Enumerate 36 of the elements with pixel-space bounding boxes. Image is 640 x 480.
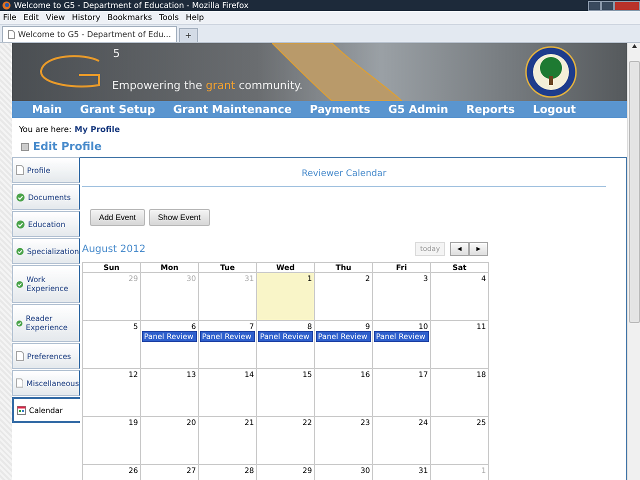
menu-item[interactable]: View bbox=[46, 13, 65, 22]
month-title: August 2012 bbox=[82, 244, 146, 254]
calendar-title: Reviewer Calendar bbox=[82, 158, 606, 187]
menu-item[interactable]: History bbox=[72, 13, 100, 22]
menu-item[interactable]: Edit bbox=[23, 13, 39, 22]
menu-item[interactable]: Bookmarks bbox=[107, 13, 152, 22]
menu-item[interactable]: File bbox=[3, 13, 16, 22]
document-icon bbox=[16, 165, 24, 175]
event-button[interactable]: Add Event bbox=[90, 209, 145, 226]
breadcrumb-label: You are here: bbox=[18, 125, 72, 134]
menu-item[interactable]: Tools bbox=[159, 13, 179, 22]
breadcrumb-link[interactable]: My Profile bbox=[74, 125, 120, 134]
collapse-icon[interactable] bbox=[20, 142, 29, 150]
check-circle-icon bbox=[16, 192, 25, 202]
document-icon bbox=[16, 378, 24, 388]
seal-logo-icon bbox=[525, 46, 578, 98]
minimize-button[interactable] bbox=[588, 0, 601, 10]
browser-tab[interactable]: + bbox=[179, 28, 198, 42]
page-icon bbox=[8, 30, 15, 39]
close-button[interactable] bbox=[614, 0, 640, 10]
maximize-button[interactable] bbox=[601, 0, 614, 10]
window-title: Welcome to G5 - Department of Education - Mozilla Firefox bbox=[14, 1, 249, 10]
calendar-icon bbox=[16, 406, 26, 414]
menu-item[interactable]: Help bbox=[186, 13, 204, 22]
tagline: Empowering the grant community. bbox=[112, 78, 303, 92]
page-heading: Edit Profile bbox=[32, 140, 102, 153]
browser-logo-icon bbox=[2, 1, 11, 10]
document-icon bbox=[16, 351, 24, 361]
check-circle-icon bbox=[16, 246, 24, 256]
browser-tab[interactable]: Welcome to G5 - Department of Edu... bbox=[2, 26, 178, 42]
event-button[interactable]: Show Event bbox=[148, 209, 210, 226]
check-circle-icon bbox=[16, 318, 23, 328]
check-circle-icon bbox=[16, 220, 25, 228]
scrollbar-thumb[interactable] bbox=[628, 61, 640, 323]
check-circle-icon bbox=[16, 280, 24, 288]
logo-text: 5 bbox=[112, 47, 120, 60]
